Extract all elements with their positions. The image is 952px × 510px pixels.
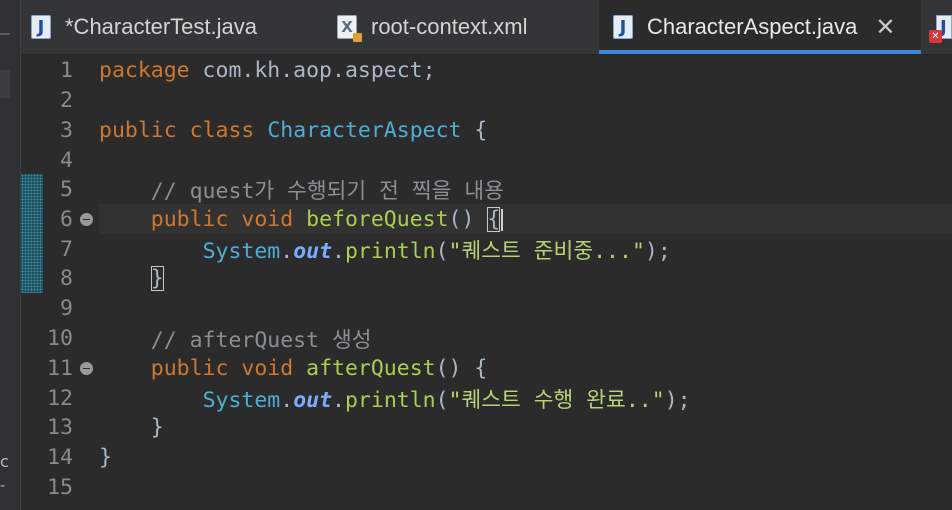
code-line: 11 public void afterQuest() { <box>21 353 952 383</box>
line-number: 6 <box>60 206 73 232</box>
keyword: public <box>150 355 229 381</box>
code-line: 13 } <box>21 412 952 442</box>
code-line: 6 public void beforeQuest() { <box>21 204 952 234</box>
static-field: out <box>293 238 333 264</box>
code-text: public void beforeQuest() { <box>99 206 504 232</box>
line-number: 2 <box>60 87 73 113</box>
code-text: } <box>99 415 164 440</box>
line-number: 14 <box>47 444 73 470</box>
matched-brace: } <box>150 265 164 291</box>
close-icon[interactable]: ✕ <box>875 15 895 39</box>
keyword: void <box>241 206 294 232</box>
tab-label: CharacterAspect.java <box>647 14 858 39</box>
plain-text: () <box>448 206 488 232</box>
matched-brace: { <box>487 206 501 232</box>
tab-label: root-context.xml <box>371 14 528 39</box>
code-text: } <box>99 445 112 470</box>
plain-text: ); <box>644 238 671 264</box>
code-text: public void afterQuest() { <box>99 355 488 381</box>
fold-gutter[interactable] <box>73 212 99 226</box>
class-name: System <box>202 238 281 264</box>
code-editor[interactable]: 1 package com.kh.aop.aspect; 2 3 public … <box>21 55 952 510</box>
panel-marker <box>0 70 10 98</box>
keyword: public <box>150 206 229 232</box>
code-line: 4 <box>21 145 952 175</box>
java-file-icon: J <box>613 15 633 39</box>
code-text: System.out.println("퀘스트 준비중..."); <box>202 238 671 264</box>
code-line: 9 <box>21 293 952 323</box>
line-number: 7 <box>60 236 73 262</box>
line-number: 12 <box>47 385 73 411</box>
method-name: println <box>344 387 436 413</box>
code-text: package com.kh.aop.aspect; <box>99 58 436 83</box>
ide-window: c - J *CharacterTest.java X root-context… <box>0 0 952 510</box>
code-line: 7 System.out.println("퀘스트 준비중..."); <box>21 234 952 264</box>
code-text: public class CharacterAspect { <box>99 118 487 143</box>
line-number: 10 <box>47 325 73 351</box>
class-name: CharacterAspect <box>267 117 462 143</box>
code-line: 2 <box>21 85 952 115</box>
line-number: 1 <box>60 57 73 83</box>
line-number: 3 <box>60 117 73 143</box>
method-name: beforeQuest <box>306 206 449 232</box>
line-number: 13 <box>47 414 73 440</box>
closing-brace: } <box>150 414 164 440</box>
line-number: 5 <box>60 176 73 202</box>
panel-marker <box>0 33 10 35</box>
code-text: } <box>99 265 164 291</box>
keyword: void <box>241 355 294 381</box>
static-field: out <box>293 387 333 413</box>
clipped-panel-text: - <box>0 478 6 494</box>
collapse-icon[interactable] <box>79 361 93 375</box>
line-number: 4 <box>60 147 73 173</box>
keyword: package <box>99 57 190 83</box>
collapse-icon[interactable] <box>79 212 93 226</box>
xml-file-icon: X <box>337 15 362 42</box>
code-text: System.out.println("퀘스트 수행 완료.."); <box>202 387 691 413</box>
comment: // quest가 수행되기 전 찍을 내용 <box>150 178 504 204</box>
method-name: println <box>344 238 436 264</box>
code-line: 15 <box>21 472 952 502</box>
code-line: 8 } <box>21 263 952 293</box>
plain-text: () { <box>435 355 488 381</box>
code-text: // afterQuest 생성 <box>99 323 372 354</box>
keyword: public <box>99 117 177 143</box>
text-caret <box>501 208 504 231</box>
tab-character-aspect[interactable]: J CharacterAspect.java ✕ <box>599 0 921 54</box>
line-number: 11 <box>47 355 73 381</box>
code-line: 10 // afterQuest 생성 <box>21 323 952 353</box>
plain-text: com.kh.aop.aspect; <box>189 57 436 83</box>
code-line: 1 package com.kh.aop.aspect; <box>21 55 952 85</box>
keyword: class <box>189 117 255 143</box>
java-file-icon: J <box>31 15 51 39</box>
string-literal: "퀘스트 수행 완료.." <box>448 387 665 413</box>
line-number: 15 <box>47 474 73 500</box>
xml-badge-icon <box>353 33 362 42</box>
editor-tab-bar: J *CharacterTest.java X root-context.xml… <box>21 0 952 55</box>
error-marker-icon: ✕ <box>929 30 942 43</box>
line-number: 8 <box>60 265 73 291</box>
tab-character-test[interactable]: J *CharacterTest.java <box>31 0 333 54</box>
code-text: // quest가 수행되기 전 찍을 내용 <box>99 174 504 205</box>
code-line: 14 } <box>21 442 952 472</box>
code-line: 5 // quest가 수행되기 전 찍을 내용 <box>21 174 952 204</box>
left-panel-strip: c - <box>0 0 21 510</box>
plain-text: { <box>461 117 488 143</box>
code-line: 3 public class CharacterAspect { <box>21 115 952 145</box>
line-number: 9 <box>60 295 73 321</box>
closing-brace: } <box>99 444 112 470</box>
plain-text: ); <box>664 387 691 413</box>
method-name: afterQuest <box>306 355 436 381</box>
tab-root-context[interactable]: X root-context.xml <box>337 0 599 54</box>
clipped-panel-text: c <box>0 452 9 471</box>
comment: // afterQuest 생성 <box>150 327 372 353</box>
class-name: System <box>202 387 281 413</box>
code-line: 12 System.out.println("퀘스트 수행 완료.."); <box>21 383 952 413</box>
fold-gutter[interactable] <box>73 361 99 375</box>
tab-label: *CharacterTest.java <box>65 14 257 39</box>
string-literal: "퀘스트 준비중..." <box>448 238 645 264</box>
